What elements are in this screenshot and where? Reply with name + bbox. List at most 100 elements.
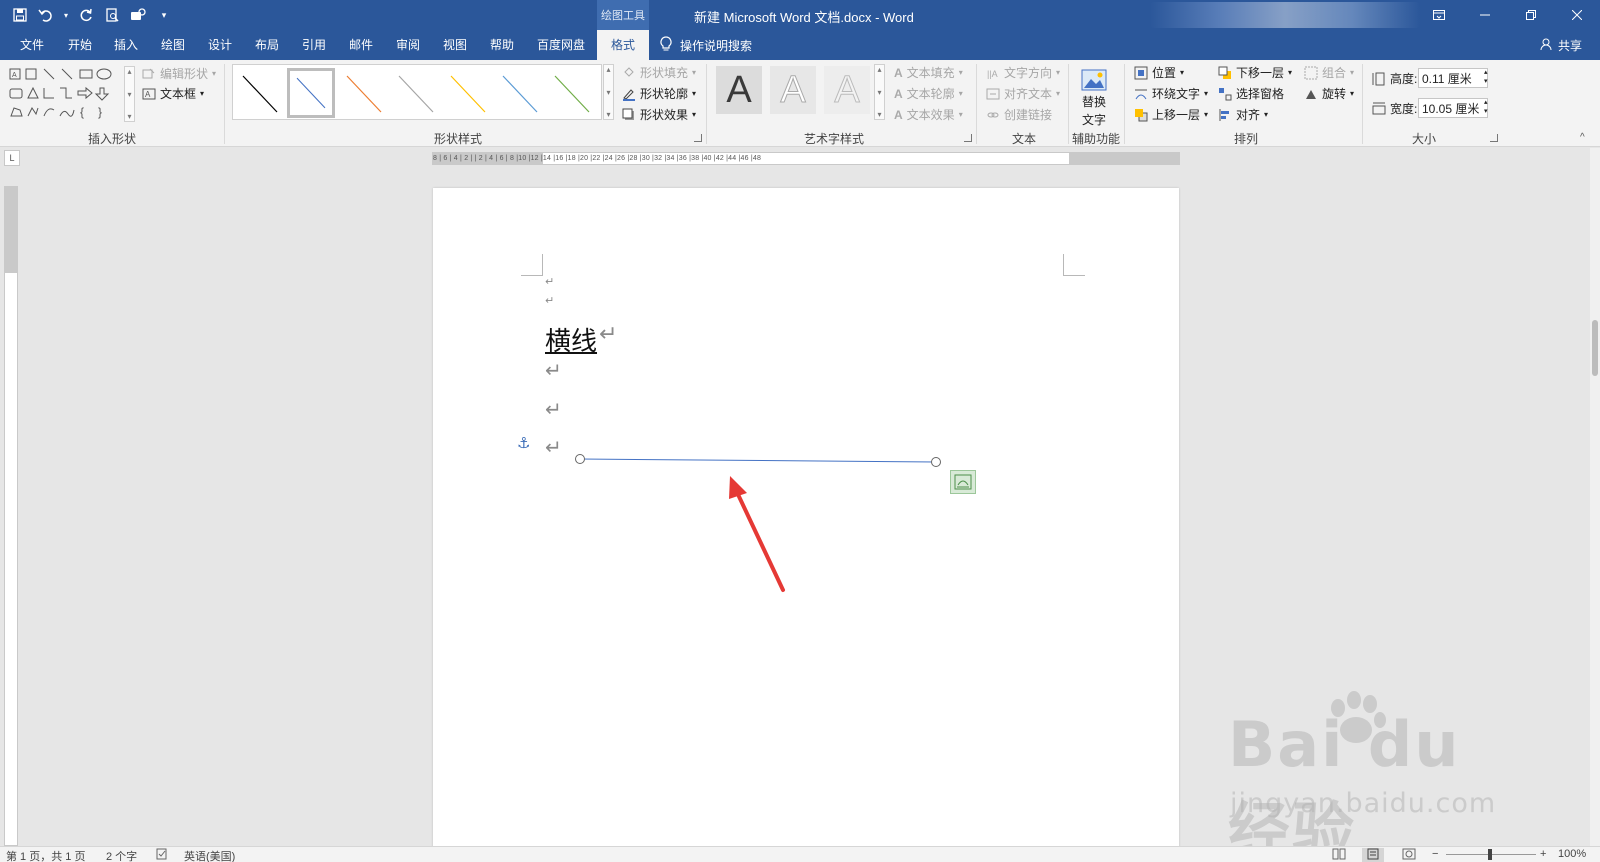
text-effects-label: 文本效果 [906, 108, 955, 122]
shape-gallery-scroll[interactable]: ▴ ▾ ▾ [124, 66, 135, 122]
tab-draw[interactable]: 绘图 [155, 30, 191, 60]
minimize-icon[interactable] [1462, 0, 1508, 30]
wordart-styles-launcher-icon[interactable] [964, 134, 972, 142]
zoom-in-icon[interactable]: + [1540, 848, 1546, 860]
share-button[interactable]: 共享 [1540, 30, 1582, 60]
text-effects-button[interactable]: A 文本效果 ▾ [894, 106, 963, 123]
close-icon[interactable] [1554, 0, 1600, 30]
edit-shape-button[interactable]: 编辑形状 ▾ [142, 65, 216, 82]
page-count[interactable]: 第 1 页，共 1 页 [6, 848, 85, 862]
zoom-level[interactable]: 100% [1558, 848, 1586, 860]
height-input[interactable] [1418, 68, 1488, 88]
bring-forward-button[interactable]: 上移一层 ▾ [1134, 106, 1208, 123]
tab-home[interactable]: 开始 [62, 30, 98, 60]
text-box-button[interactable]: A 文本框 ▾ [142, 85, 204, 102]
tab-selector-icon[interactable]: L [4, 150, 20, 166]
shape-outline-button[interactable]: 形状轮廓 ▾ [622, 85, 696, 102]
account-area[interactable] [1150, 2, 1420, 28]
lightbulb-icon [660, 35, 672, 55]
line-style-swatch[interactable] [235, 68, 283, 118]
tab-mailings[interactable]: 邮件 [343, 30, 379, 60]
web-layout-icon[interactable] [1402, 848, 1416, 862]
shape-style-gallery-scroll[interactable]: ▴ ▾ ▾ [603, 64, 614, 120]
ribbon-display-icon[interactable] [1416, 0, 1462, 30]
tab-help[interactable]: 帮助 [484, 30, 520, 60]
size-launcher-icon[interactable] [1490, 134, 1498, 142]
zoom-out-icon[interactable]: − [1432, 848, 1438, 860]
wordart-style-3[interactable]: A [824, 66, 870, 114]
position-button[interactable]: 位置 ▾ [1134, 64, 1184, 81]
tell-me-search[interactable]: 操作说明搜索 [660, 30, 752, 60]
tab-baidu-netdisk[interactable]: 百度网盘 [531, 30, 591, 60]
text-outline-button[interactable]: A 文本轮廓 ▾ [894, 85, 963, 102]
shape-styles-launcher-icon[interactable] [694, 134, 702, 142]
group-objects-icon [1304, 66, 1318, 79]
send-backward-button[interactable]: 下移一层 ▾ [1218, 64, 1292, 81]
shape-effects-button[interactable]: 形状效果 ▾ [622, 106, 696, 123]
line-end-handle[interactable] [931, 457, 941, 467]
create-link-button[interactable]: 创建链接 [986, 106, 1052, 123]
group-separator [224, 64, 225, 144]
tab-review[interactable]: 审阅 [390, 30, 426, 60]
text-direction-button[interactable]: ||A 文字方向 ▾ [986, 64, 1060, 81]
vertical-scrollbar[interactable] [1590, 148, 1600, 846]
selection-pane-button[interactable]: 选择窗格 [1218, 85, 1284, 102]
language[interactable]: 英语(美国) [184, 848, 235, 862]
vertical-ruler[interactable] [4, 186, 18, 846]
layout-options-icon[interactable] [950, 470, 976, 494]
wordart-style-2[interactable]: A [770, 66, 816, 114]
undo-icon[interactable] [36, 5, 56, 25]
tab-layout[interactable]: 布局 [249, 30, 285, 60]
document-page[interactable]: ↵ ↵ 横线 ↵ ↵ ↵ ⚓ ↵ [433, 188, 1179, 862]
line-style-swatch[interactable] [547, 68, 595, 118]
line-style-swatch[interactable] [443, 68, 491, 118]
line-style-swatch[interactable] [391, 68, 439, 118]
print-preview-icon[interactable] [102, 5, 122, 25]
line-start-handle[interactable] [575, 454, 585, 464]
align-button[interactable]: 对齐 ▾ [1218, 106, 1268, 123]
redo-icon[interactable] [76, 5, 96, 25]
tab-references[interactable]: 引用 [296, 30, 332, 60]
line-style-swatch-selected[interactable] [287, 68, 335, 118]
width-input[interactable] [1418, 98, 1488, 118]
customize-icon[interactable]: ▾ [154, 5, 174, 25]
undo-dropdown-icon[interactable]: ▾ [62, 5, 70, 25]
rotate-button[interactable]: 旋转 ▾ [1304, 85, 1354, 102]
align-text-button[interactable]: 对齐文本 ▾ [986, 85, 1060, 102]
horizontal-ruler[interactable]: 8 | 6 | 4 | 2 | | 2 | 4 | 6 | 8 |10 |12 … [432, 152, 1180, 165]
save-icon[interactable] [10, 5, 30, 25]
tab-file[interactable]: 文件 [14, 30, 50, 60]
tab-view[interactable]: 视图 [437, 30, 473, 60]
width-spinner[interactable]: ▴ ▾ [1484, 98, 1488, 116]
wordart-style-1[interactable]: A [716, 66, 762, 114]
restore-icon[interactable] [1508, 0, 1554, 30]
height-spinner[interactable]: ▴ ▾ [1484, 68, 1488, 86]
collapse-ribbon-icon[interactable]: ^ [1580, 132, 1585, 143]
tab-insert[interactable]: 插入 [108, 30, 144, 60]
alt-text-button[interactable]: 替换 文字 [1080, 66, 1108, 128]
group-objects-button[interactable]: 组合 ▾ [1304, 64, 1354, 81]
wordart-gallery-scroll[interactable]: ▴ ▾ ▾ [874, 64, 885, 120]
group-label-wordart-styles: 艺术字样式 [804, 132, 865, 146]
tab-design[interactable]: 设计 [202, 30, 238, 60]
tab-format[interactable]: 格式 [597, 30, 649, 60]
svg-text:A: A [12, 72, 17, 79]
shape-gallery[interactable]: A { } [8, 66, 126, 122]
svg-text:||A: ||A [987, 69, 998, 79]
wrap-text-button[interactable]: 环绕文字 ▾ [1134, 85, 1208, 102]
text-box-label: 文本框 [160, 87, 197, 101]
proofing-icon[interactable] [156, 848, 168, 862]
scrollbar-thumb[interactable] [1592, 320, 1598, 376]
shape-fill-button[interactable]: 形状填充 ▾ [622, 64, 696, 81]
word-count[interactable]: 2 个字 [106, 848, 137, 862]
touch-mode-icon[interactable] [128, 5, 148, 25]
shape-style-gallery[interactable] [232, 64, 602, 120]
read-mode-icon[interactable] [1332, 848, 1346, 862]
ruler-numbers: 8 | 6 | 4 | 2 | | 2 | 4 | 6 | 8 |10 |12 … [433, 155, 762, 162]
zoom-slider-thumb[interactable] [1488, 849, 1492, 860]
line-style-swatch[interactable] [339, 68, 387, 118]
line-style-swatch[interactable] [495, 68, 543, 118]
print-layout-icon[interactable] [1362, 848, 1384, 862]
selected-line-shape[interactable] [433, 188, 1179, 862]
text-fill-button[interactable]: A 文本填充 ▾ [894, 64, 963, 81]
